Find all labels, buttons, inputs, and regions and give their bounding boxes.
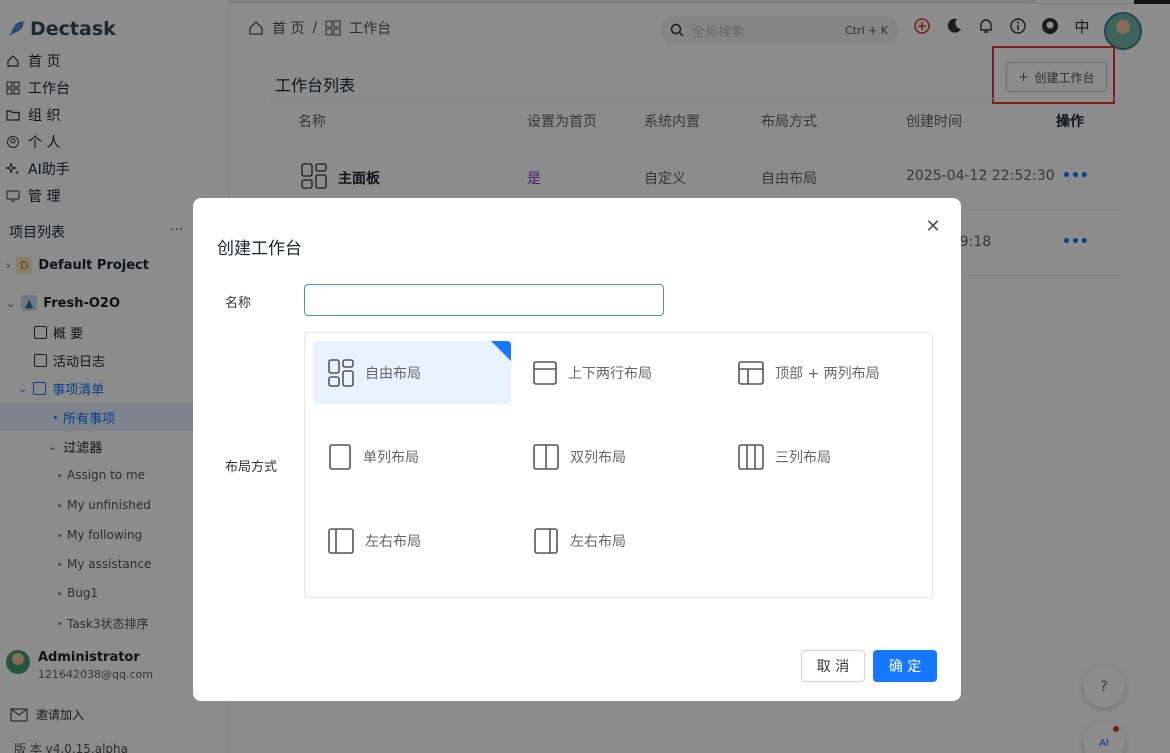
- layout-label: 布局方式: [225, 460, 278, 475]
- three-columns-icon: [738, 443, 764, 470]
- two-rows-icon: [533, 360, 557, 385]
- two-columns-icon: [533, 443, 559, 470]
- confirm-button[interactable]: 确 定: [873, 650, 937, 682]
- layout-option-label: 顶部 + 两列布局: [775, 365, 880, 382]
- close-icon[interactable]: ✕: [923, 216, 943, 237]
- name-input[interactable]: [304, 284, 664, 316]
- dialog-title: 创建工作台: [217, 239, 302, 259]
- layout-option-right-left[interactable]: 左右布局: [518, 509, 716, 572]
- layout-option-free[interactable]: 自由布局: [313, 341, 511, 404]
- layout-option-label: 单列布局: [363, 449, 419, 466]
- layout-option-top-two-col[interactable]: 顶部 + 两列布局: [723, 341, 921, 404]
- single-column-icon: [329, 443, 351, 470]
- layout-option-two-col[interactable]: 双列布局: [518, 425, 716, 488]
- cancel-button[interactable]: 取 消: [801, 650, 865, 682]
- layout-option-label: 自由布局: [365, 365, 421, 382]
- layout-option-single-col[interactable]: 单列布局: [313, 425, 511, 488]
- layout-option-label: 双列布局: [570, 449, 626, 466]
- top-two-columns-icon: [738, 360, 764, 385]
- layout-options: 自由布局 上下两行布局 顶部 + 两列布局 单列布局 双列布局 三列布局 左右布…: [304, 332, 933, 598]
- app-window: Dectask 首 页 工作台 组 织 个 人 AI助手 管 理 项目列表 ··…: [0, 0, 1170, 753]
- create-workbench-dialog: 创建工作台 ✕ 名称 布局方式 自由布局 上下两行布局 顶部 + 两列布局 单列…: [193, 198, 961, 701]
- layout-option-three-col[interactable]: 三列布局: [723, 425, 921, 488]
- selected-corner-icon: [491, 341, 511, 361]
- layout-option-label: 上下两行布局: [568, 365, 652, 382]
- layout-option-label: 左右布局: [570, 533, 626, 550]
- name-label: 名称: [225, 296, 252, 311]
- left-sidebar-layout-icon: [328, 527, 354, 554]
- layout-option-left-right[interactable]: 左右布局: [313, 509, 511, 572]
- layout-option-two-rows[interactable]: 上下两行布局: [518, 341, 716, 404]
- right-sidebar-layout-icon: [534, 527, 558, 554]
- layout-option-label: 三列布局: [775, 449, 831, 466]
- layout-option-label: 左右布局: [365, 533, 421, 550]
- free-layout-icon: [328, 358, 354, 387]
